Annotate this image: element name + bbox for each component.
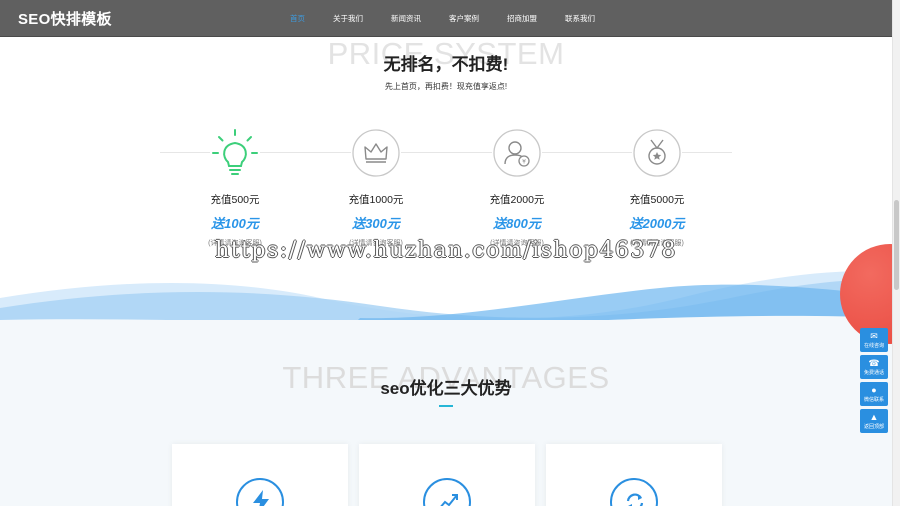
medal-icon — [632, 128, 682, 178]
growth-chart-icon — [423, 478, 471, 506]
online-chat-label: 在线咨询 — [863, 343, 884, 349]
page-scrollbar[interactable] — [892, 0, 900, 506]
main-menu: 首页 关于我们 新闻资讯 客户案例 招商加盟 联系我们 — [290, 0, 623, 37]
arrow-up-icon: ▲ — [869, 412, 879, 422]
advantage-card[interactable] — [546, 444, 722, 506]
plan-title: 充值1000元 — [348, 194, 404, 206]
plan-title: 充值500元 — [210, 194, 260, 206]
plan-gift: 送800元 — [493, 216, 541, 231]
page: SEO快排模板 首页 关于我们 新闻资讯 客户案例 招商加盟 联系我们 PRIC… — [0, 0, 900, 506]
plan-card[interactable]: 充值500元 送100元 (详情请咨询客服) — [180, 128, 290, 248]
back-to-top-button[interactable]: ▲ 返回顶部 — [860, 409, 888, 433]
top-navbar: SEO快排模板 首页 关于我们 新闻资讯 客户案例 招商加盟 联系我们 — [0, 0, 892, 37]
plan-gift: 送300元 — [352, 216, 400, 231]
plan-title: 充值2000元 — [489, 194, 545, 206]
plan-card[interactable]: 充值5000元 送2000元 (详情请咨询客服) — [602, 128, 712, 248]
chat-icon: ✉ — [870, 331, 878, 341]
pricing-subtitle: 先上首页，再扣费！现充值享返点! — [384, 82, 508, 91]
menu-item-contact[interactable]: 联系我们 — [565, 0, 595, 37]
phone-icon: ☎ — [868, 358, 880, 368]
menu-item-home[interactable]: 首页 — [290, 0, 305, 37]
plan-card[interactable]: 充值1000元 送300元 (详情请咨询客服) — [321, 128, 431, 248]
pricing-title: 无排名，不扣费! — [383, 55, 509, 74]
menu-item-news[interactable]: 新闻资讯 — [391, 0, 421, 37]
watermark-url: https://www.huzhan.com/ishop46378 — [215, 238, 677, 263]
plan-gift: 送100元 — [211, 216, 259, 231]
title-underline — [439, 405, 453, 407]
plan-gift: 送2000元 — [629, 216, 685, 231]
svg-text:¥: ¥ — [522, 159, 526, 166]
user-badge-icon: ¥ — [492, 128, 542, 178]
site-logo[interactable]: SEO快排模板 — [18, 8, 112, 29]
refresh-icon — [610, 478, 658, 506]
wechat-label: 微信联系 — [863, 397, 884, 403]
free-call-label: 免费通话 — [863, 370, 884, 376]
advantages-title: seo优化三大优势 — [380, 379, 512, 398]
lightbulb-icon — [210, 128, 260, 178]
plan-title: 充值5000元 — [629, 194, 685, 206]
scrollbar-thumb[interactable] — [894, 200, 899, 290]
online-chat-button[interactable]: ✉ 在线咨询 — [860, 328, 888, 352]
menu-item-cases[interactable]: 客户案例 — [449, 0, 479, 37]
wechat-button[interactable]: ● 微信联系 — [860, 382, 888, 406]
back-to-top-label: 返回顶部 — [863, 424, 884, 430]
floating-contact-bar: ✉ 在线咨询 ☎ 免费通话 ● 微信联系 ▲ 返回顶部 — [860, 328, 888, 436]
advantage-card[interactable] — [359, 444, 535, 506]
advantage-card[interactable] — [172, 444, 348, 506]
menu-item-join[interactable]: 招商加盟 — [507, 0, 537, 37]
menu-item-about[interactable]: 关于我们 — [333, 0, 363, 37]
crown-icon — [351, 128, 401, 178]
lightning-icon — [236, 478, 284, 506]
plan-card[interactable]: ¥ 充值2000元 送800元 (详情请咨询客服) — [462, 128, 572, 248]
free-call-button[interactable]: ☎ 免费通话 — [860, 355, 888, 379]
wechat-icon: ● — [871, 385, 877, 395]
